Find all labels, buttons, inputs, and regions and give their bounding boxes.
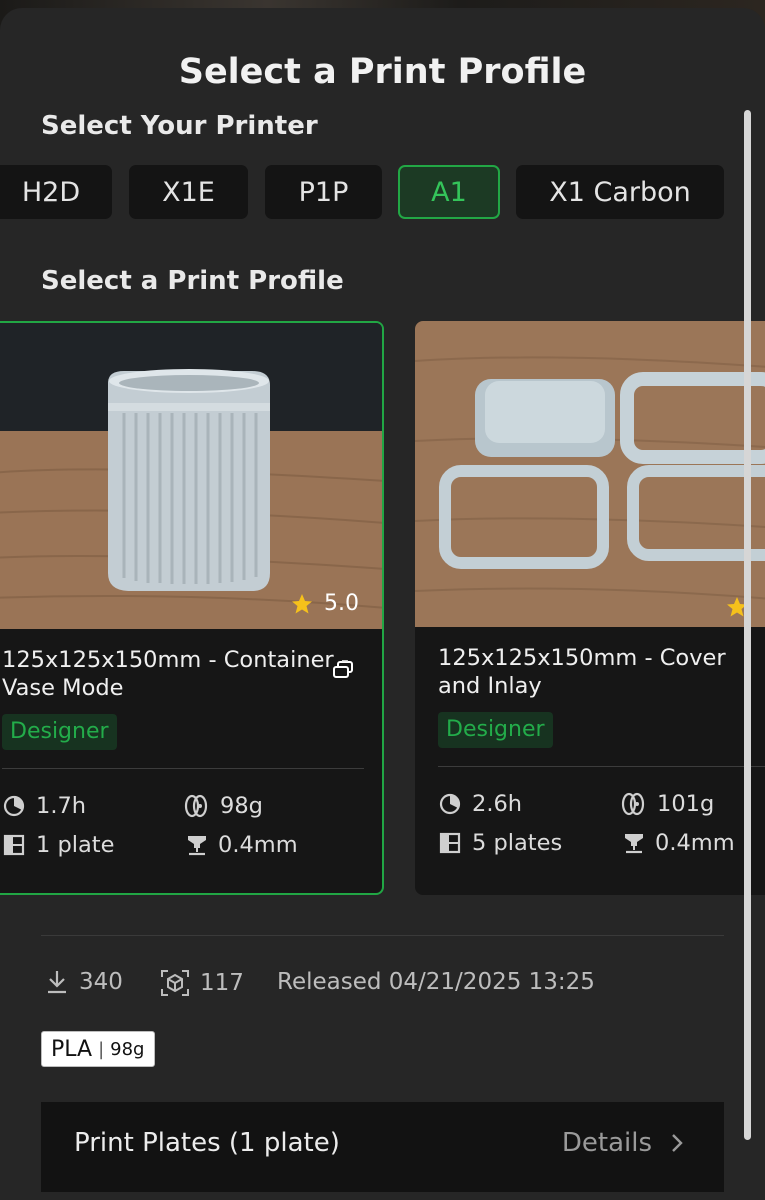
filament-weight-stat: 101g (619, 791, 714, 817)
rating: 5.0 (290, 591, 359, 616)
chevron-right-icon (672, 1134, 683, 1152)
print-count: 117 (160, 969, 244, 997)
print-plates-label: Print Plates (1 plate) (74, 1128, 340, 1158)
cover-inlay-photo (415, 321, 765, 627)
printer-chip-x1-carbon[interactable]: X1 Carbon (516, 165, 724, 219)
print-profile-sheet: Select a Print Profile Select Your Print… (0, 8, 765, 1200)
plates-stat: 5 plates (438, 830, 562, 856)
filament-separator: | (98, 1038, 105, 1060)
printed-model-icon (161, 970, 189, 996)
clock-icon (3, 795, 25, 817)
card-title: 125x125x150mm - Cover and Inlay (438, 645, 726, 699)
spool-icon (621, 792, 645, 816)
star-icon (292, 593, 312, 613)
clock-icon (439, 793, 461, 815)
printer-chip-a1[interactable]: A1 (398, 165, 500, 219)
filament-weight-stat: 98g (182, 793, 263, 819)
filament-tag: PLA | 98g (41, 1031, 155, 1067)
printer-chip-h2d[interactable]: H2D (0, 165, 112, 219)
nozzle-icon (188, 836, 206, 856)
nozzle-stat: 0.4mm (186, 832, 298, 858)
printer-section-label: Select Your Printer (41, 111, 318, 141)
nozzle-icon (625, 834, 643, 854)
designer-badge: Designer (438, 712, 553, 748)
card-title: 125x125x150mm - Container - Vase Mode (2, 647, 349, 701)
scrollbar[interactable] (744, 110, 751, 1140)
spool-icon (184, 794, 208, 818)
sheet-title: Select a Print Profile (178, 52, 587, 92)
download-count: 340 (45, 969, 123, 995)
plate-icon (439, 832, 461, 854)
download-icon (48, 971, 66, 994)
printer-chip-x1e[interactable]: X1E (129, 165, 248, 219)
profile-card-cover-inlay[interactable]: 125x125x150mm - Cover and Inlay Designer… (415, 321, 765, 895)
plates-stat: 1 plate (2, 832, 114, 858)
profile-card-container[interactable]: 5.0 125x125x150mm - Container - Vase Mod… (0, 321, 384, 895)
print-time-stat: 2.6h (438, 791, 522, 817)
print-plates-row[interactable]: Print Plates (1 plate) Details (41, 1102, 724, 1192)
container-photo (0, 323, 382, 629)
filament-material: PLA (51, 1036, 93, 1062)
rating-value: 5.0 (324, 591, 359, 616)
card-divider (2, 768, 364, 769)
details-link[interactable]: Details (562, 1128, 684, 1158)
printer-chip-p1p[interactable]: P1P (265, 165, 382, 219)
release-date: Released 04/21/2025 13:25 (277, 969, 595, 995)
plate-icon (3, 834, 25, 856)
card-divider (438, 766, 765, 767)
section-divider (41, 935, 724, 936)
profile-section-label: Select a Print Profile (41, 266, 344, 296)
print-time-stat: 1.7h (2, 793, 86, 819)
filament-weight: 98g (110, 1038, 145, 1060)
nozzle-stat: 0.4mm (623, 830, 735, 856)
designer-badge: Designer (2, 714, 117, 750)
